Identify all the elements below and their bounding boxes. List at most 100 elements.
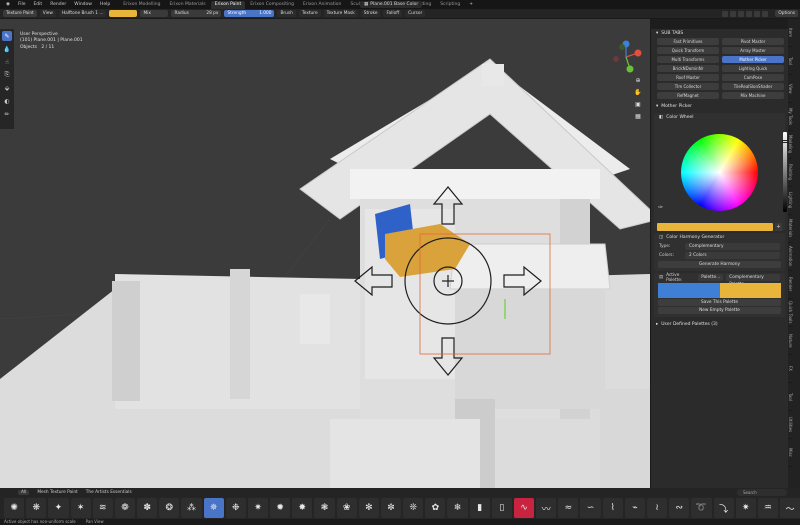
smear-tool-icon[interactable]: ☝	[2, 57, 12, 67]
subtab-lighting-quick[interactable]: Lighting Quick	[722, 65, 784, 72]
brush-thumbnail[interactable]: ❋	[26, 498, 47, 518]
brush-thumbnail[interactable]: ➰	[691, 498, 712, 518]
tab-erixon-compositing[interactable]: Erixon Compositing	[246, 1, 298, 9]
texture-mask-menu[interactable]: Texture Mask	[323, 10, 358, 17]
brush-thumbnail[interactable]: ✹	[270, 498, 291, 518]
sidebar-tab-lighting[interactable]: Lighting	[788, 187, 793, 215]
sidebar-tab-render[interactable]: Render	[788, 271, 793, 299]
user-palettes-header[interactable]: ▸ User Defined Palettes (3)	[651, 320, 788, 329]
subtab-array-master[interactable]: Array Master	[722, 47, 784, 54]
brush-thumbnail[interactable]: ▯	[491, 498, 512, 518]
brush-thumbnail[interactable]: ≀	[646, 498, 668, 518]
subtab-mix-machine[interactable]: Mix Machine	[722, 92, 784, 99]
brush-thumbnail[interactable]: ⌇	[602, 498, 623, 518]
subtab-pivot-master[interactable]: Pivot Master	[722, 38, 784, 45]
brush-menu[interactable]: Brush	[277, 10, 296, 17]
palette-color-1[interactable]	[658, 283, 720, 298]
sidebar-tab-nature[interactable]: Nature	[788, 327, 793, 355]
asset-tab-mesh-texture-paint[interactable]: Mesh Texture Paint	[37, 490, 77, 495]
falloff-menu[interactable]: Falloff	[383, 10, 403, 17]
sidebar-tab-tool[interactable]: Tool	[788, 47, 793, 75]
brush-thumbnail[interactable]: ✺	[4, 498, 25, 518]
asset-tab-artists-essentials[interactable]: The Artists Essentials	[86, 490, 132, 495]
subtab-fast-primitives[interactable]: Fast Primitives	[657, 38, 719, 45]
brush-thumbnail[interactable]: ▮	[469, 498, 490, 518]
3d-viewport[interactable]: User Perspective (101) Plane.001 | Plane…	[0, 19, 650, 488]
sidebar-tab-misc[interactable]: Misc	[788, 439, 793, 467]
mask-tool-icon[interactable]: ◐	[2, 96, 12, 106]
mode-selector[interactable]: Texture Paint	[3, 10, 37, 17]
asset-tab-all[interactable]: All	[18, 490, 30, 495]
menu-render[interactable]: Render	[47, 2, 69, 7]
menu-edit[interactable]: Edit	[30, 2, 45, 7]
subtab-refmagnet[interactable]: RefMagnet	[657, 92, 719, 99]
palette-dropdown[interactable]: Palette...	[698, 274, 724, 281]
overlay-icon[interactable]	[722, 11, 728, 17]
tab-erixon-materials[interactable]: Erixon Materials	[165, 1, 209, 9]
brush-thumbnail[interactable]: ✦	[48, 498, 69, 518]
brush-thumbnail[interactable]: ✿	[425, 498, 446, 518]
brush-thumbnail[interactable]: ♒	[757, 498, 779, 518]
save-palette-button[interactable]: Save This Palette	[658, 299, 781, 306]
current-color-swatch[interactable]	[657, 223, 773, 231]
sidebar-tab-my-tools[interactable]: My Tools	[788, 103, 793, 131]
brush-thumbnail[interactable]: ❃	[314, 498, 335, 518]
blender-logo-icon[interactable]: ◉	[3, 2, 13, 7]
sidebar-tab-quick-tools[interactable]: Quick Tools	[788, 299, 793, 327]
sidebar-tab-animation[interactable]: Animation	[788, 243, 793, 271]
brush-thumbnail[interactable]: ✶	[70, 498, 91, 518]
asset-search-input[interactable]: Search	[737, 489, 787, 496]
texture-menu[interactable]: Texture	[298, 10, 321, 17]
brush-thumbnail[interactable]: ❊	[403, 498, 424, 518]
stroke-menu[interactable]: Stroke	[360, 10, 381, 17]
sidebar-tab-tool-2[interactable]: Tool	[788, 383, 793, 411]
brush-thumbnail[interactable]: ≋	[92, 498, 113, 518]
brush-thumbnail[interactable]: ⌁	[624, 498, 645, 518]
menu-window[interactable]: Window	[71, 2, 95, 7]
cursor-menu[interactable]: Cursor	[405, 10, 426, 17]
pan-hand-icon[interactable]: ✋	[634, 89, 642, 97]
add-workspace-button[interactable]: +	[465, 1, 477, 9]
harmony-type-dropdown[interactable]: Complementary	[685, 243, 780, 250]
sidebar-tab-utilities[interactable]: Utilities	[788, 411, 793, 439]
sidebar-tab-item[interactable]: Item	[788, 19, 793, 47]
subtab-multi-transforms[interactable]: Multi Transforms	[657, 56, 719, 63]
subtab-brickndominnr[interactable]: BrickNDominNr	[657, 65, 719, 72]
mother-picker-header[interactable]: ▾ Mother Picker	[651, 102, 788, 111]
subtab-quick-transform[interactable]: Quick Transform	[657, 47, 719, 54]
new-palette-button[interactable]: New Empty Palette	[658, 307, 781, 314]
brush-thumbnail[interactable]: ∽	[580, 498, 601, 518]
clone-tool-icon[interactable]: ⎘	[2, 70, 12, 80]
subtab-mother-picker[interactable]: Mother Picker	[722, 56, 784, 63]
harmony-colors-dropdown[interactable]: 2 Colors	[685, 252, 780, 259]
brush-color-swatch[interactable]	[109, 10, 138, 17]
tab-erixon-animation[interactable]: Erixon Animation	[299, 1, 345, 9]
brush-selector[interactable]: Halftone Brush 1 ...	[58, 10, 107, 17]
brush-thumbnail[interactable]: ❂	[159, 498, 180, 518]
color-wheel[interactable]	[681, 134, 758, 211]
subtab-roof-master[interactable]: Roof Master	[657, 74, 719, 81]
soften-tool-icon[interactable]: 💧	[2, 44, 12, 54]
tab-erixon-paint[interactable]: Erixon Paint	[210, 0, 246, 9]
brush-thumbnail[interactable]: ❄	[447, 498, 468, 518]
sidebar-tab-view[interactable]: View	[788, 75, 793, 103]
fill-tool-icon[interactable]: ⬙	[2, 83, 12, 93]
material-slot-selector[interactable]: ▦ Plane.001 Base Color	[360, 1, 423, 8]
camera-view-icon[interactable]: ▣	[634, 101, 642, 109]
material-preview-icon[interactable]	[754, 11, 760, 17]
brush-thumbnail[interactable]: ⁂	[181, 498, 202, 518]
brush-thumbnail[interactable]: ✵	[203, 498, 224, 518]
sidebar-tab-materials[interactable]: Materials	[788, 215, 793, 243]
subtab-tim-collector[interactable]: TIm Collector	[657, 83, 719, 90]
brush-thumbnail[interactable]: ∿	[513, 498, 535, 518]
wireframe-icon[interactable]	[738, 11, 744, 17]
brush-thumbnail[interactable]: ❁	[114, 498, 136, 518]
brush-thumbnail[interactable]: ∾	[669, 498, 690, 518]
brush-thumbnail[interactable]: 〜	[780, 498, 800, 518]
palette-name-field[interactable]: Complementary Palette	[726, 274, 780, 287]
xray-icon[interactable]	[730, 11, 736, 17]
menu-help[interactable]: Help	[97, 2, 113, 7]
brush-thumbnail[interactable]: ✷	[735, 498, 756, 518]
value-slider[interactable]	[783, 132, 787, 212]
brush-thumbnail[interactable]: ✷	[247, 498, 269, 518]
